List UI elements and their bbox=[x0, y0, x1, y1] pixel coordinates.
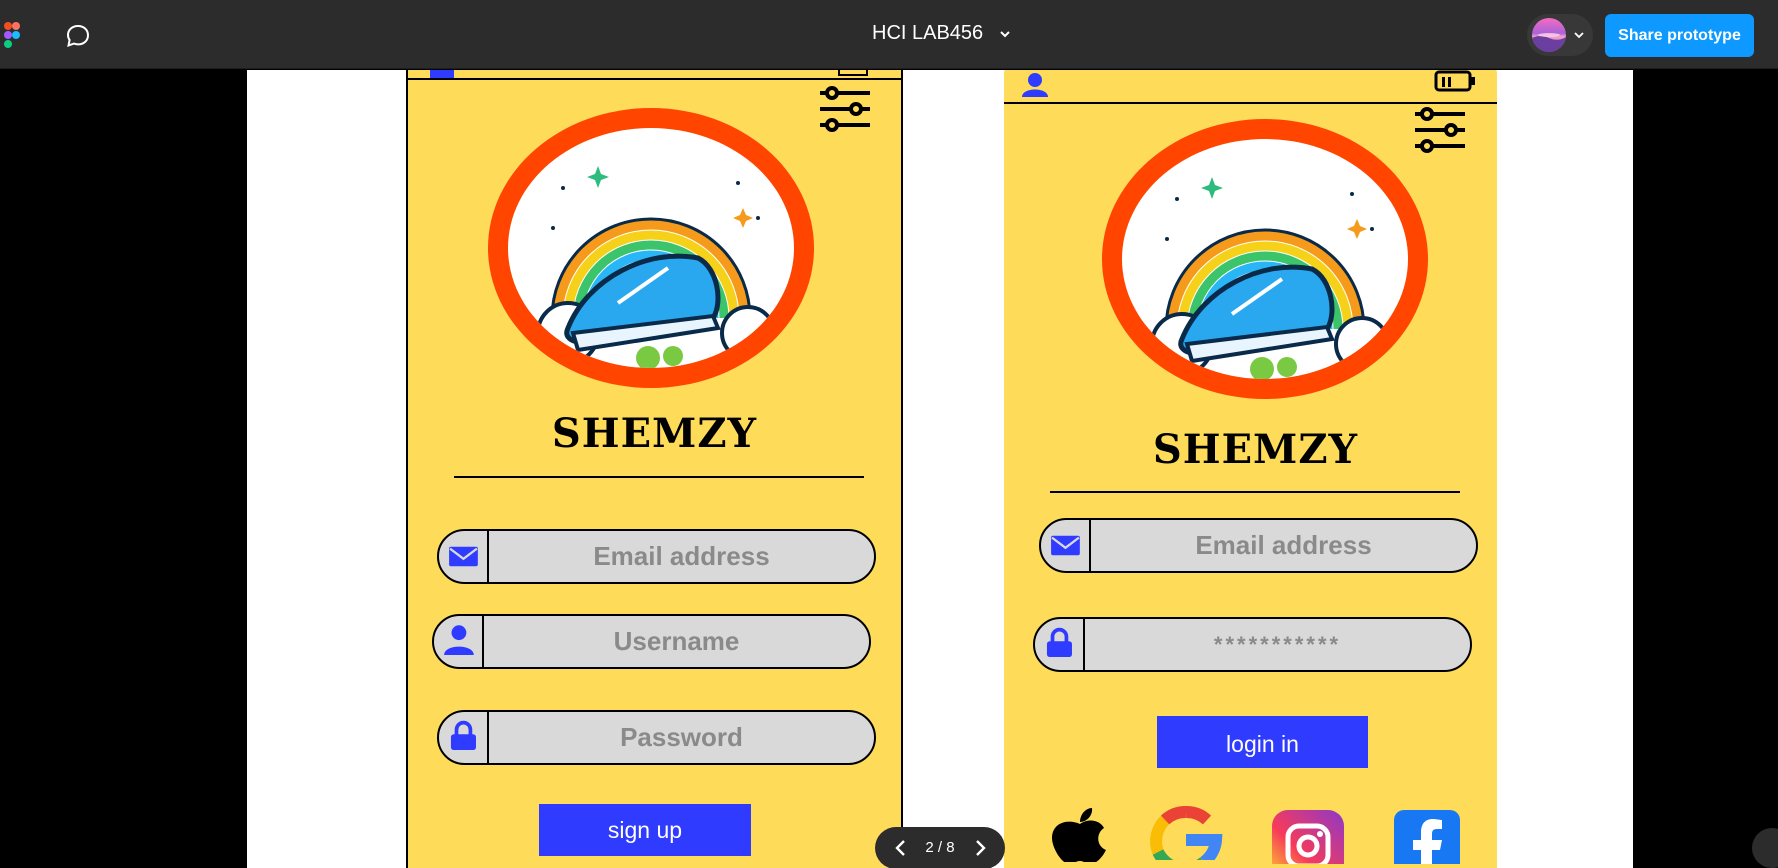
toolbar: HCI LAB456 Share prototype bbox=[0, 0, 1778, 69]
chevron-right-icon[interactable] bbox=[970, 838, 990, 858]
username-placeholder: Username bbox=[613, 626, 740, 656]
user-menu[interactable] bbox=[1527, 14, 1593, 56]
chevron-down-icon[interactable] bbox=[998, 27, 1012, 41]
email-field[interactable]: Email address bbox=[1039, 518, 1478, 573]
chevron-left-icon[interactable] bbox=[891, 838, 911, 858]
figma-logo-icon[interactable] bbox=[4, 22, 20, 48]
password-placeholder: *********** bbox=[1213, 632, 1342, 657]
brand-logo-art bbox=[508, 128, 794, 368]
lock-icon bbox=[450, 720, 476, 751]
file-title[interactable]: HCI LAB456 bbox=[872, 22, 983, 45]
login-screen: SHEMZY Email address *********** login i… bbox=[1004, 70, 1497, 868]
comment-icon[interactable] bbox=[64, 22, 92, 50]
prototype-canvas: SHEMZY Email address Username Password s… bbox=[0, 70, 1778, 868]
user-icon bbox=[444, 625, 474, 655]
page-navigator: 2 / 8 bbox=[875, 827, 1005, 868]
email-placeholder: Email address bbox=[593, 541, 770, 571]
email-placeholder: Email address bbox=[1195, 530, 1372, 560]
brand-logo-art bbox=[1122, 139, 1408, 379]
brand-underline bbox=[454, 476, 864, 478]
avatar bbox=[1532, 18, 1566, 52]
mail-icon bbox=[1051, 535, 1080, 556]
instagram-icon[interactable] bbox=[1268, 808, 1348, 864]
password-field[interactable]: *********** bbox=[1033, 617, 1472, 672]
google-icon[interactable] bbox=[1146, 804, 1226, 860]
brand-logo bbox=[488, 108, 814, 388]
battery-icon bbox=[1434, 70, 1475, 92]
brand-name: SHEMZY bbox=[1152, 426, 1359, 473]
settings-sliders-icon[interactable] bbox=[1413, 106, 1467, 154]
email-field[interactable]: Email address bbox=[437, 529, 876, 584]
apple-icon[interactable] bbox=[1040, 806, 1120, 862]
page-indicator: 2 / 8 bbox=[925, 839, 955, 856]
login-button[interactable]: login in bbox=[1157, 716, 1368, 768]
chevron-down-icon bbox=[1574, 32, 1584, 39]
facebook-icon[interactable] bbox=[1388, 808, 1468, 864]
lock-icon bbox=[1046, 627, 1072, 658]
share-prototype-button[interactable]: Share prototype bbox=[1605, 14, 1754, 57]
password-field[interactable]: Password bbox=[437, 710, 876, 765]
status-divider bbox=[1004, 102, 1497, 104]
status-divider bbox=[408, 78, 901, 80]
brand-logo bbox=[1102, 119, 1428, 399]
username-field[interactable]: Username bbox=[432, 614, 871, 669]
settings-sliders-icon[interactable] bbox=[818, 85, 872, 133]
brand-underline bbox=[1050, 491, 1460, 493]
mail-icon bbox=[449, 546, 478, 567]
brand-name: SHEMZY bbox=[551, 410, 758, 457]
user-icon bbox=[1022, 73, 1048, 97]
sign-up-button[interactable]: sign up bbox=[539, 804, 751, 856]
signup-screen: SHEMZY Email address Username Password s… bbox=[406, 70, 903, 868]
fullscreen-button[interactable] bbox=[1752, 828, 1778, 868]
battery-icon bbox=[838, 70, 868, 76]
password-placeholder: Password bbox=[620, 722, 743, 752]
